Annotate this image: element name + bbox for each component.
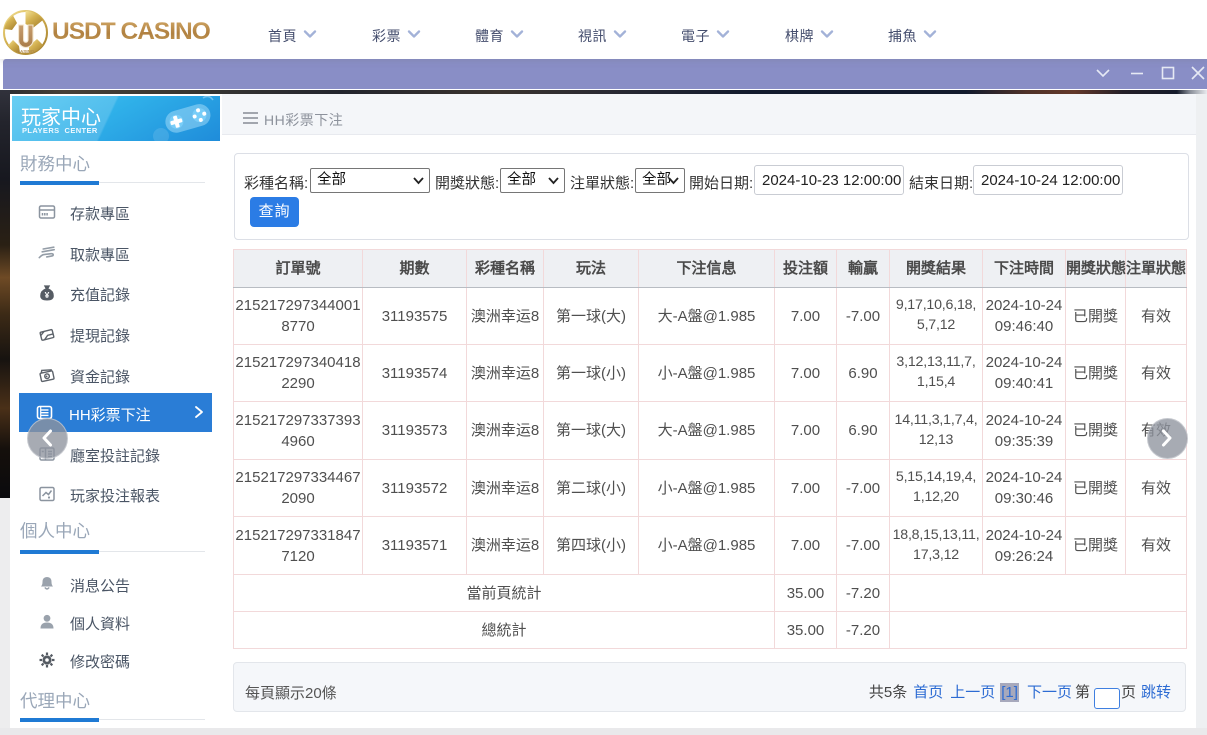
svg-text:CASINO: CASINO bbox=[17, 49, 35, 54]
svg-text:¥: ¥ bbox=[45, 290, 50, 300]
